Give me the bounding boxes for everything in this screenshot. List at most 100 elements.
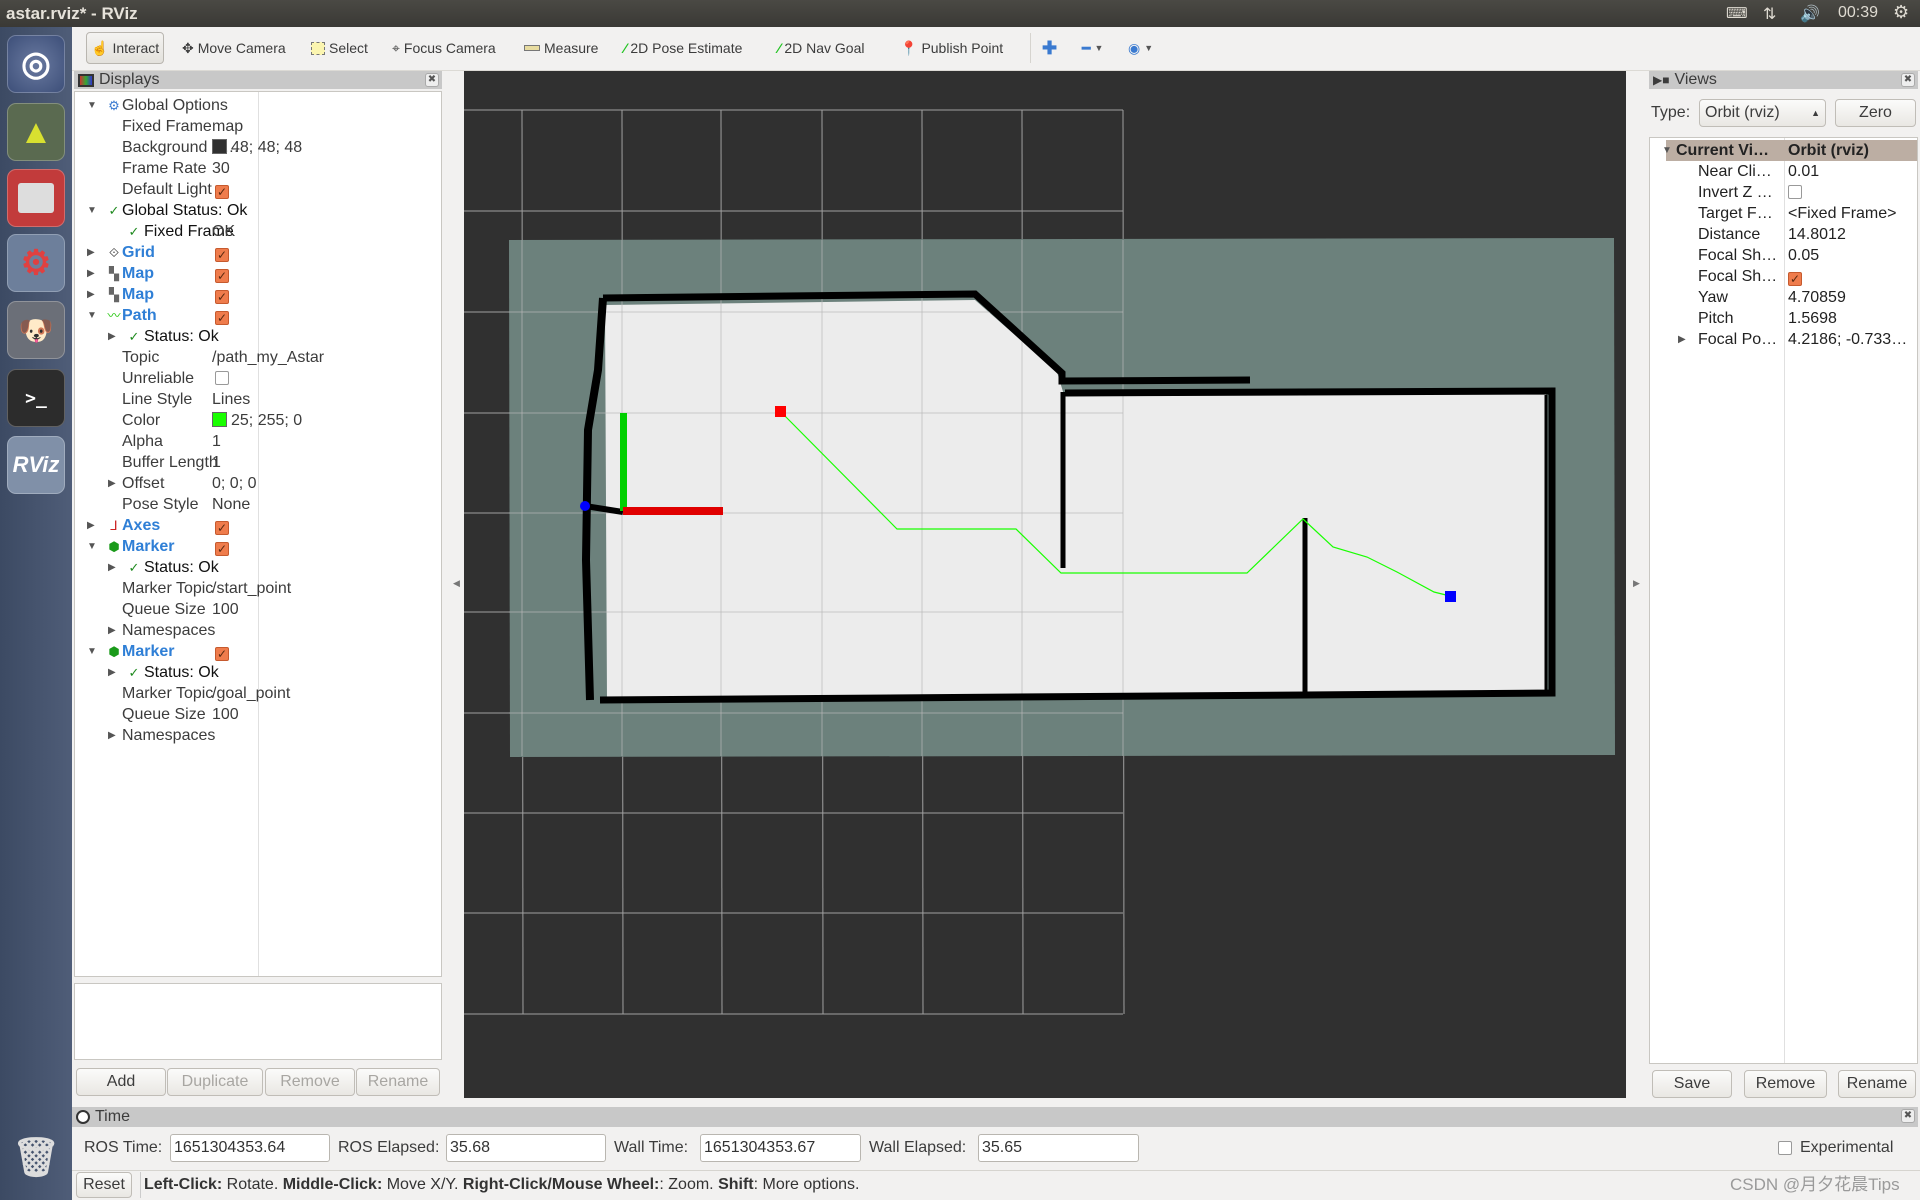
keyboard-icon[interactable]: ⌨ <box>1726 4 1748 22</box>
expanded-triangle-icon[interactable]: ▼ <box>87 95 97 116</box>
collapsed-triangle-icon[interactable]: ▶ <box>87 284 95 305</box>
row-value[interactable]: 25; 255; 0 <box>212 410 302 431</box>
save-view-button[interactable]: Save <box>1652 1070 1732 1098</box>
tree-row-fixed-frame[interactable]: Fixed Frame map <box>75 116 441 137</box>
row-value[interactable]: 48; 48; 48 <box>212 137 302 158</box>
unity-tweak-icon[interactable]: ▲ <box>7 103 65 161</box>
reset-button[interactable]: Reset <box>76 1172 132 1198</box>
terminal-icon[interactable]: >_ <box>7 369 65 427</box>
close-icon[interactable]: ✖ <box>1901 73 1915 87</box>
checked-checkbox-icon[interactable]: ✓ <box>215 311 229 325</box>
row-value[interactable]: 0; 0; 0 <box>212 473 256 494</box>
tree-row-marker[interactable]: ▼ ⬢ Marker ✓ <box>75 536 441 557</box>
row-value[interactable]: 4.70859 <box>1788 287 1846 308</box>
tree-row-namespaces[interactable]: ▶ Namespaces <box>75 725 441 746</box>
expanded-triangle-icon[interactable]: ▼ <box>87 305 97 326</box>
experimental-checkbox[interactable] <box>1778 1141 1792 1155</box>
collapsed-triangle-icon[interactable]: ▶ <box>87 242 95 263</box>
tree-row-queue-size[interactable]: Queue Size 100 <box>75 599 441 620</box>
unchecked-checkbox-icon[interactable] <box>215 371 229 385</box>
row-value[interactable]: 1.5698 <box>1788 308 1837 329</box>
checked-checkbox-icon[interactable]: ✓ <box>215 290 229 304</box>
tree-row-map[interactable]: ▶ ▚ Map ✓ <box>75 263 441 284</box>
checkbox[interactable]: ✓ <box>215 305 229 326</box>
tool-2d-nav-goal[interactable]: ⁄ 2D Nav Goal <box>774 32 869 64</box>
row-value[interactable]: 14.8012 <box>1788 224 1846 245</box>
current-view-row[interactable]: ▼ Current Vi… Orbit (rviz) <box>1662 140 1917 161</box>
close-icon[interactable]: ✖ <box>425 73 439 87</box>
eye-icon[interactable]: ◉ ▼ <box>1124 32 1157 64</box>
view-prop-row[interactable]: Invert Z … <box>1650 182 1917 203</box>
checkbox[interactable]: ✓ <box>215 242 229 263</box>
tree-row-line-style[interactable]: Line Style Lines <box>75 389 441 410</box>
tree-row-marker-topic[interactable]: Marker Topic/goal_point <box>75 683 441 704</box>
expanded-triangle-icon[interactable]: ▼ <box>1662 140 1672 161</box>
tree-row-buffer-length[interactable]: Buffer Length 1 <box>75 452 441 473</box>
checked-checkbox-icon[interactable]: ✓ <box>215 185 229 199</box>
checked-checkbox-icon[interactable]: ✓ <box>215 269 229 283</box>
row-value[interactable]: 30 <box>212 158 230 179</box>
ros-time-field[interactable]: 1651304353.64 <box>170 1134 330 1162</box>
view-prop-row[interactable]: ▶ Focal Po… 4.2186; -0.733… <box>1650 329 1917 350</box>
add-tool-icon[interactable]: ✚ <box>1038 32 1061 64</box>
tree-row-global-status-ok[interactable]: ▼ ✓ Global Status: Ok <box>75 200 441 221</box>
tree-row-background-c-[interactable]: Background C… 48; 48; 48 <box>75 137 441 158</box>
tool-measure[interactable]: Measure <box>520 32 602 64</box>
remove-view-button[interactable]: Remove <box>1744 1070 1827 1098</box>
view-prop-row[interactable]: Near Cli… 0.01 <box>1650 161 1917 182</box>
collapsed-triangle-icon[interactable]: ▶ <box>108 620 116 641</box>
rename-view-button[interactable]: Rename <box>1838 1070 1916 1098</box>
tree-row-pose-style[interactable]: Pose Style None <box>75 494 441 515</box>
tree-row-alpha[interactable]: Alpha 1 <box>75 431 441 452</box>
collapsed-triangle-icon[interactable]: ▶ <box>1678 329 1686 350</box>
view-type-select[interactable]: Orbit (rviz) ▲ <box>1699 99 1826 127</box>
volume-icon[interactable]: 🔊 <box>1800 4 1820 24</box>
row-value[interactable]: /goal_point <box>212 683 290 704</box>
collapsed-triangle-icon[interactable]: ▶ <box>108 662 116 683</box>
checkbox[interactable] <box>1788 182 1802 203</box>
row-value[interactable]: <Fixed Frame> <box>1788 203 1896 224</box>
tool-select[interactable]: Select <box>307 32 372 64</box>
files-icon[interactable] <box>7 169 65 227</box>
wall-elapsed-field[interactable]: 35.65 <box>978 1134 1139 1162</box>
tree-row-topic[interactable]: Topic/path_my_Astar <box>75 347 441 368</box>
view-prop-row[interactable]: Focal Sh… 0.05 <box>1650 245 1917 266</box>
checked-checkbox-icon[interactable]: ✓ <box>215 521 229 535</box>
view-prop-row[interactable]: Distance 14.8012 <box>1650 224 1917 245</box>
scene[interactable] <box>464 71 1626 1098</box>
collapsed-triangle-icon[interactable]: ▶ <box>87 515 95 536</box>
row-value[interactable]: 100 <box>212 599 239 620</box>
row-value[interactable]: 100 <box>212 704 239 725</box>
tree-row-fixed-frame[interactable]: ✓ Fixed Frame OK <box>75 221 441 242</box>
checkbox[interactable]: ✓ <box>215 641 229 662</box>
checkbox[interactable]: ✓ <box>215 263 229 284</box>
collapsed-triangle-icon[interactable]: ▶ <box>108 326 116 347</box>
view-prop-row[interactable]: Focal Sh… ✓ <box>1650 266 1917 287</box>
row-value[interactable]: 1 <box>212 431 221 452</box>
views-tree[interactable]: ▼ Current Vi… Orbit (rviz) Near Cli… 0.01 Inv… <box>1649 137 1918 1064</box>
expanded-triangle-icon[interactable]: ▼ <box>87 200 97 221</box>
checked-checkbox-icon[interactable]: ✓ <box>215 248 229 262</box>
tree-row-frame-rate[interactable]: Frame Rate 30 <box>75 158 441 179</box>
checked-checkbox-icon[interactable]: ✓ <box>1788 272 1802 286</box>
rename-display-button[interactable]: Rename <box>356 1068 440 1096</box>
tool-publish-point[interactable]: 📍 Publish Point <box>896 32 1007 64</box>
collapse-left-icon[interactable]: ◀ <box>453 578 460 589</box>
tree-row-global-options[interactable]: ▼ ⚙ Global Options <box>75 95 441 116</box>
row-value[interactable]: None <box>212 494 250 515</box>
rviz-icon[interactable]: RViz <box>7 436 65 494</box>
tree-row-status-ok[interactable]: ▶ ✓ Status: Ok <box>75 557 441 578</box>
row-value[interactable]: 1 <box>212 452 221 473</box>
row-value[interactable]: 0.01 <box>1788 161 1819 182</box>
tree-row-status-ok[interactable]: ▶ ✓ Status: Ok <box>75 326 441 347</box>
row-value[interactable]: 0.05 <box>1788 245 1819 266</box>
ubuntu-dash-icon[interactable]: ◎ <box>7 35 65 93</box>
collapsed-triangle-icon[interactable]: ▶ <box>87 263 95 284</box>
view-prop-row[interactable]: Yaw 4.70859 <box>1650 287 1917 308</box>
tree-row-namespaces[interactable]: ▶ Namespaces <box>75 620 441 641</box>
tree-row-queue-size[interactable]: Queue Size 100 <box>75 704 441 725</box>
system-settings-icon[interactable]: ⚙ <box>7 234 65 292</box>
checkbox[interactable]: ✓ <box>215 284 229 305</box>
tool-focus-camera[interactable]: ⌖ Focus Camera <box>388 32 500 64</box>
tree-row-path[interactable]: ▼ 〰 Path ✓ <box>75 305 441 326</box>
